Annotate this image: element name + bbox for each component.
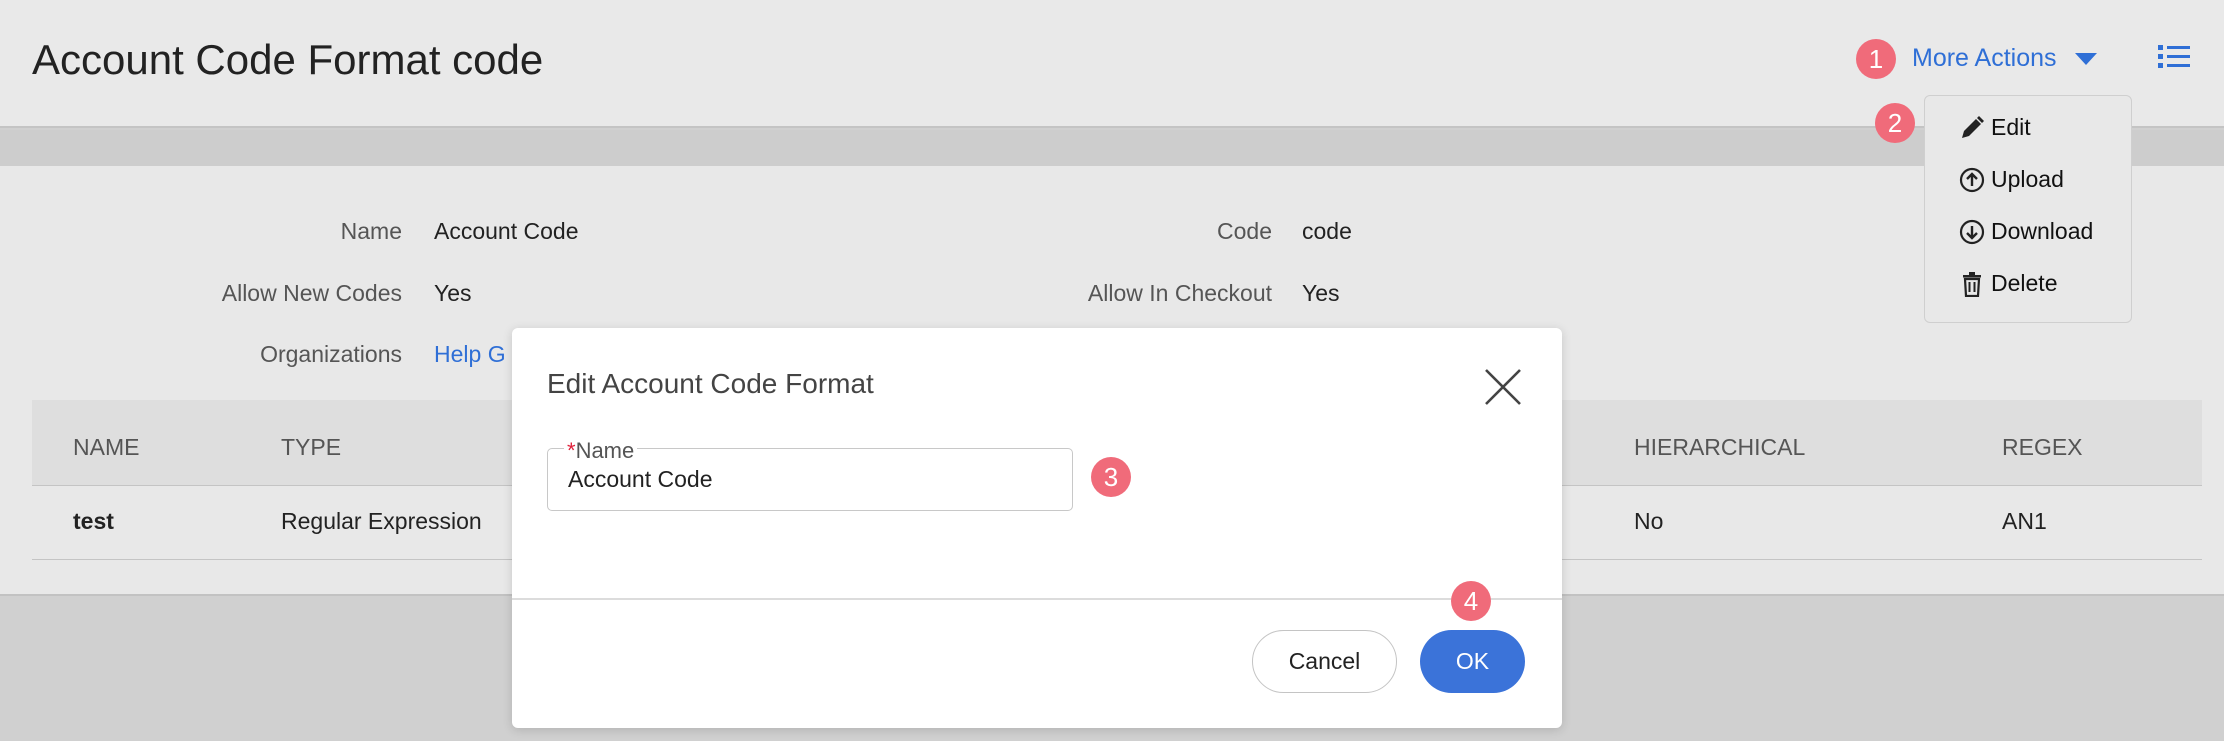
menu-item-edit[interactable]: Edit (1959, 114, 2031, 141)
cell-name: test (73, 508, 114, 534)
name-field: *Name (547, 438, 1073, 511)
more-actions-button[interactable]: More Actions (1912, 44, 2097, 73)
upload-circle-icon (1959, 167, 1985, 192)
code-label: Code (1217, 218, 1272, 244)
name-value: Account Code (434, 218, 579, 244)
cell-hierarchical: No (1634, 508, 1664, 534)
step-marker-1: 1 (1856, 39, 1896, 79)
menu-item-upload[interactable]: Upload (1959, 166, 2064, 193)
close-icon[interactable] (1482, 366, 1524, 408)
ok-button[interactable]: OK (1420, 630, 1525, 693)
name-input[interactable] (568, 463, 1048, 495)
menu-item-label: Edit (1991, 114, 2031, 140)
step-marker-4: 4 (1451, 581, 1491, 621)
cancel-button[interactable]: Cancel (1252, 630, 1397, 693)
column-header-hierarchical[interactable]: HIERARCHICAL (1634, 434, 1805, 461)
page-title: Account Code Format code (32, 36, 544, 83)
step-marker-3: 3 (1091, 457, 1131, 497)
dialog-title: Edit Account Code Format (547, 368, 874, 399)
organizations-label: Organizations (260, 341, 402, 367)
trash-icon (1963, 271, 1981, 297)
list-view-icon[interactable] (2158, 44, 2190, 70)
organizations-link[interactable]: Help G (434, 341, 506, 368)
step-marker-2: 2 (1875, 103, 1915, 143)
caret-down-icon (2074, 52, 2097, 65)
pencil-icon (1962, 115, 1984, 138)
column-header-name[interactable]: NAME (73, 434, 139, 461)
allow-in-checkout-label: Allow In Checkout (1087, 280, 1272, 306)
column-header-type[interactable]: TYPE (281, 434, 341, 461)
menu-item-label: Delete (1991, 270, 2058, 296)
required-marker: * (567, 438, 576, 463)
menu-item-label: Upload (1991, 166, 2064, 192)
more-actions-label: More Actions (1912, 44, 2057, 72)
allow-new-codes-label: Allow New Codes (221, 280, 402, 306)
cell-type: Regular Expression (281, 508, 482, 534)
name-field-label-text: Name (575, 438, 635, 463)
code-value: code (1302, 218, 1352, 244)
menu-item-download[interactable]: Download (1959, 218, 2093, 245)
name-field-label: *Name (564, 438, 638, 464)
menu-item-delete[interactable]: Delete (1959, 270, 2057, 297)
menu-item-label: Download (1991, 218, 2094, 244)
dialog-divider (512, 598, 1562, 600)
download-circle-icon (1959, 219, 1985, 244)
more-actions-menu: Edit Upload Download Delete (1924, 95, 2132, 323)
allow-new-codes-value: Yes (434, 280, 472, 306)
allow-in-checkout-value: Yes (1302, 280, 1340, 306)
cell-regex: AN1 (2002, 508, 2047, 534)
name-label: Name (340, 218, 402, 244)
column-header-regex[interactable]: REGEX (2002, 434, 2083, 461)
edit-dialog: Edit Account Code Format *Name Cancel OK (512, 328, 1562, 728)
